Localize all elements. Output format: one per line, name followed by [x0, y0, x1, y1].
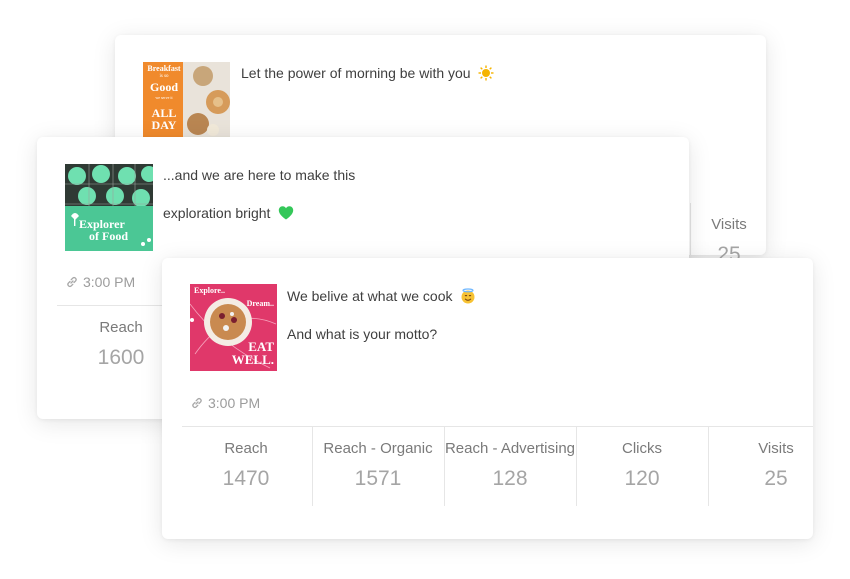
stat-divider — [690, 203, 691, 255]
stat-reach-advertising: Reach - Advertising 128 — [444, 440, 576, 491]
caption-line: ...and we are here to make this — [163, 167, 356, 183]
thumb-text: DAY — [151, 118, 177, 132]
green-heart-icon — [279, 206, 294, 220]
sun-icon — [478, 65, 494, 81]
post-time: 3:00 PM — [190, 395, 260, 411]
thumb-text: we serve it — [155, 95, 173, 100]
time-text: 3:00 PM — [208, 395, 261, 411]
stat-value: 1571 — [354, 467, 402, 490]
stat-value: 1470 — [222, 467, 270, 490]
thumb-text: Breakfast — [147, 64, 181, 73]
stat-label: Reach - Organic — [323, 440, 433, 457]
post-caption: We belive at what we cook And what is yo… — [287, 287, 476, 343]
smiling-halo-icon — [461, 288, 475, 304]
post-caption: Let the power of morning be with you — [241, 64, 494, 82]
stat-label: Visits — [758, 440, 794, 457]
time-text: 3:00 PM — [83, 274, 136, 290]
stat-value: 25 — [764, 467, 788, 490]
stat-divider — [708, 426, 709, 506]
thumb-text: WELL. — [231, 352, 274, 367]
stat-value: 128 — [492, 467, 528, 490]
post-card-3[interactable]: Explore.. Dream.. EAT WELL. We belive at… — [162, 258, 813, 539]
stat-label: Clicks — [622, 440, 662, 457]
stat-clicks: Clicks 120 — [576, 440, 708, 491]
thumb-text: Good — [149, 80, 178, 94]
post-caption: ...and we are here to make this explorat… — [163, 166, 355, 222]
stat-reach-organic: Reach - Organic 1571 — [312, 440, 444, 491]
link-icon — [67, 276, 77, 288]
thumb-text: of Food — [89, 229, 128, 243]
stat-label: Reach — [224, 440, 268, 457]
stat-divider — [182, 426, 813, 427]
thumb-text: Explore.. — [194, 286, 225, 295]
link-icon — [192, 397, 202, 409]
stat-value: 120 — [624, 467, 660, 490]
post-time: 3:00 PM — [65, 274, 135, 290]
caption-line: Let the power of morning be with you — [241, 65, 471, 81]
stat-reach: Reach 1470 — [182, 440, 310, 491]
thumb-text: is so — [159, 74, 169, 79]
stat-visits: Visits 25 — [748, 440, 804, 491]
caption-line: And what is your motto? — [287, 326, 438, 342]
stat-label: Visits — [711, 216, 747, 233]
caption-line: We belive at what we cook — [287, 288, 453, 304]
stat-label: Reach - Advertising — [444, 440, 576, 457]
post-thumbnail: Explorer of Food — [65, 164, 153, 251]
thumb-text: Dream.. — [246, 299, 274, 308]
post-thumbnail: Explore.. Dream.. EAT WELL. — [190, 284, 277, 371]
post-thumbnail: Breakfast is so Good we serve it ALL DAY — [143, 62, 230, 137]
caption-line: exploration bright — [163, 205, 271, 221]
